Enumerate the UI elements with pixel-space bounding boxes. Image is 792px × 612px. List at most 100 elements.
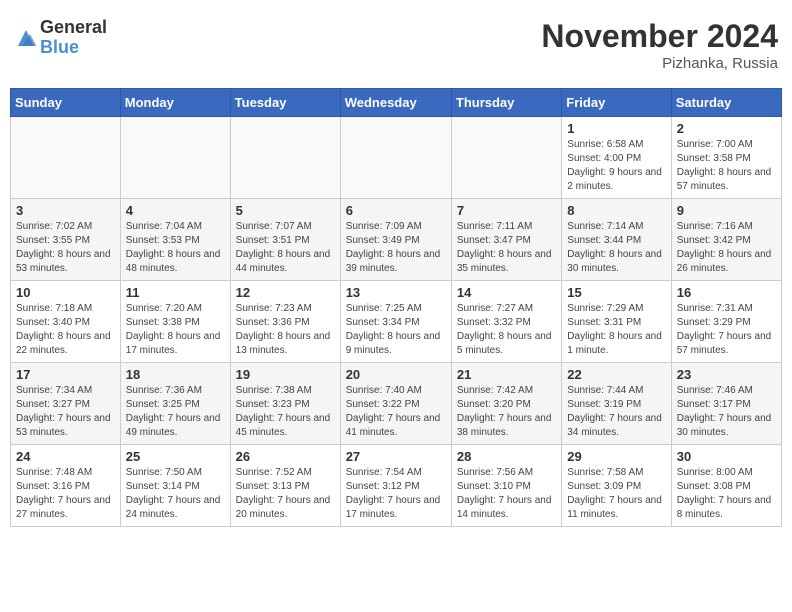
header-thursday: Thursday [451, 89, 561, 117]
calendar-cell: 4 Sunrise: 7:04 AM Sunset: 3:53 PM Daylig… [120, 199, 230, 281]
calendar-week-row: 10 Sunrise: 7:18 AM Sunset: 3:40 PM Dayli… [11, 281, 782, 363]
day-info: Sunrise: 7:00 AM Sunset: 3:58 PM Dayligh… [677, 138, 776, 194]
day-number: 30 [677, 449, 776, 464]
calendar-cell: 9 Sunrise: 7:16 AM Sunset: 3:42 PM Daylig… [671, 199, 781, 281]
calendar-cell: 28Sunrise: 7:56 AM Sunset: 3:10 PM Dayli… [451, 445, 561, 527]
day-info: Sunrise: 7:27 AM Sunset: 3:32 PM Dayligh… [457, 302, 556, 358]
calendar-cell: 10 Sunrise: 7:18 AM Sunset: 3:40 PM Dayli… [11, 281, 121, 363]
calendar-cell: 11 Sunrise: 7:20 AM Sunset: 3:38 PM Dayli… [120, 281, 230, 363]
day-info: Sunrise: 7:40 AM Sunset: 3:22 PM Dayligh… [346, 384, 446, 440]
calendar-cell: 1 Sunrise: 6:58 AM Sunset: 4:00 PM Daylig… [562, 117, 671, 199]
calendar-cell: 20 Sunrise: 7:40 AM Sunset: 3:22 PM Dayli… [340, 363, 451, 445]
day-number: 21 [457, 367, 556, 382]
header-monday: Monday [120, 89, 230, 117]
calendar-cell: 5Sunrise: 7:07 AM Sunset: 3:51 PM Daylig… [230, 199, 340, 281]
day-info: Sunrise: 7:58 AM Sunset: 3:09 PM Dayligh… [567, 466, 665, 522]
day-info: Sunrise: 7:11 AM Sunset: 3:47 PM Dayligh… [457, 220, 556, 276]
calendar-cell: 27 Sunrise: 7:54 AM Sunset: 3:12 PM Dayli… [340, 445, 451, 527]
day-info: Sunrise: 8:00 AM Sunset: 3:08 PM Dayligh… [677, 466, 776, 522]
day-info: Sunrise: 7:50 AM Sunset: 3:14 PM Dayligh… [126, 466, 225, 522]
header-wednesday: Wednesday [340, 89, 451, 117]
calendar-cell [120, 117, 230, 199]
calendar-cell: 17Sunrise: 7:34 AM Sunset: 3:27 PM Dayli… [11, 363, 121, 445]
calendar-cell: 29 Sunrise: 7:58 AM Sunset: 3:09 PM Dayli… [562, 445, 671, 527]
calendar-table: SundayMondayTuesdayWednesdayThursdayFrid… [10, 88, 782, 527]
day-number: 20 [346, 367, 446, 382]
calendar-cell: 14 Sunrise: 7:27 AM Sunset: 3:32 PM Dayli… [451, 281, 561, 363]
day-info: Sunrise: 7:44 AM Sunset: 3:19 PM Dayligh… [567, 384, 665, 440]
calendar-cell: 13Sunrise: 7:25 AM Sunset: 3:34 PM Dayli… [340, 281, 451, 363]
day-info: Sunrise: 7:18 AM Sunset: 3:40 PM Dayligh… [16, 302, 115, 358]
logo-blue-text: Blue [40, 38, 107, 58]
calendar-cell: 7 Sunrise: 7:11 AM Sunset: 3:47 PM Daylig… [451, 199, 561, 281]
calendar-cell: 8 Sunrise: 7:14 AM Sunset: 3:44 PM Daylig… [562, 199, 671, 281]
calendar-cell: 19Sunrise: 7:38 AM Sunset: 3:23 PM Dayli… [230, 363, 340, 445]
day-number: 9 [677, 203, 776, 218]
day-number: 15 [567, 285, 665, 300]
calendar-header-row: SundayMondayTuesdayWednesdayThursdayFrid… [11, 89, 782, 117]
day-info: Sunrise: 7:29 AM Sunset: 3:31 PM Dayligh… [567, 302, 665, 358]
day-number: 7 [457, 203, 556, 218]
day-info: Sunrise: 7:42 AM Sunset: 3:20 PM Dayligh… [457, 384, 556, 440]
day-number: 12 [236, 285, 335, 300]
day-info: Sunrise: 7:09 AM Sunset: 3:49 PM Dayligh… [346, 220, 446, 276]
calendar-cell [230, 117, 340, 199]
calendar-cell: 2 Sunrise: 7:00 AM Sunset: 3:58 PM Daylig… [671, 117, 781, 199]
day-number: 18 [126, 367, 225, 382]
calendar-cell: 6 Sunrise: 7:09 AM Sunset: 3:49 PM Daylig… [340, 199, 451, 281]
day-number: 22 [567, 367, 665, 382]
day-number: 10 [16, 285, 115, 300]
calendar-week-row: 3 Sunrise: 7:02 AM Sunset: 3:55 PM Daylig… [11, 199, 782, 281]
day-info: Sunrise: 7:38 AM Sunset: 3:23 PM Dayligh… [236, 384, 335, 440]
calendar-cell [11, 117, 121, 199]
day-info: Sunrise: 6:58 AM Sunset: 4:00 PM Dayligh… [567, 138, 665, 194]
day-info: Sunrise: 7:48 AM Sunset: 3:16 PM Dayligh… [16, 466, 115, 522]
day-info: Sunrise: 7:04 AM Sunset: 3:53 PM Dayligh… [126, 220, 225, 276]
calendar-cell: 18 Sunrise: 7:36 AM Sunset: 3:25 PM Dayli… [120, 363, 230, 445]
header-saturday: Saturday [671, 89, 781, 117]
day-info: Sunrise: 7:52 AM Sunset: 3:13 PM Dayligh… [236, 466, 335, 522]
day-number: 14 [457, 285, 556, 300]
calendar-cell: 25 Sunrise: 7:50 AM Sunset: 3:14 PM Dayli… [120, 445, 230, 527]
header-sunday: Sunday [11, 89, 121, 117]
day-info: Sunrise: 7:02 AM Sunset: 3:55 PM Dayligh… [16, 220, 115, 276]
day-number: 25 [126, 449, 225, 464]
day-number: 1 [567, 121, 665, 136]
header-friday: Friday [562, 89, 671, 117]
calendar-cell: 3 Sunrise: 7:02 AM Sunset: 3:55 PM Daylig… [11, 199, 121, 281]
day-info: Sunrise: 7:16 AM Sunset: 3:42 PM Dayligh… [677, 220, 776, 276]
day-info: Sunrise: 7:56 AM Sunset: 3:10 PM Dayligh… [457, 466, 556, 522]
day-number: 6 [346, 203, 446, 218]
calendar-cell: 30 Sunrise: 8:00 AM Sunset: 3:08 PM Dayli… [671, 445, 781, 527]
header-tuesday: Tuesday [230, 89, 340, 117]
day-number: 8 [567, 203, 665, 218]
day-number: 5 [236, 203, 335, 218]
day-number: 3 [16, 203, 115, 218]
calendar-cell: 26Sunrise: 7:52 AM Sunset: 3:13 PM Dayli… [230, 445, 340, 527]
day-info: Sunrise: 7:54 AM Sunset: 3:12 PM Dayligh… [346, 466, 446, 522]
calendar-week-row: 17Sunrise: 7:34 AM Sunset: 3:27 PM Dayli… [11, 363, 782, 445]
calendar-cell: 23Sunrise: 7:46 AM Sunset: 3:17 PM Dayli… [671, 363, 781, 445]
calendar-cell: 16Sunrise: 7:31 AM Sunset: 3:29 PM Dayli… [671, 281, 781, 363]
day-number: 29 [567, 449, 665, 464]
day-number: 2 [677, 121, 776, 136]
day-number: 27 [346, 449, 446, 464]
day-info: Sunrise: 7:36 AM Sunset: 3:25 PM Dayligh… [126, 384, 225, 440]
day-number: 24 [16, 449, 115, 464]
calendar-cell: 12 Sunrise: 7:23 AM Sunset: 3:36 PM Dayli… [230, 281, 340, 363]
day-number: 11 [126, 285, 225, 300]
calendar-week-row: 24 Sunrise: 7:48 AM Sunset: 3:16 PM Dayli… [11, 445, 782, 527]
day-info: Sunrise: 7:34 AM Sunset: 3:27 PM Dayligh… [16, 384, 115, 440]
calendar-cell: 21 Sunrise: 7:42 AM Sunset: 3:20 PM Dayli… [451, 363, 561, 445]
calendar-cell: 24 Sunrise: 7:48 AM Sunset: 3:16 PM Dayli… [11, 445, 121, 527]
day-number: 4 [126, 203, 225, 218]
day-info: Sunrise: 7:25 AM Sunset: 3:34 PM Dayligh… [346, 302, 446, 358]
location: Pizhanka, Russia [541, 55, 778, 72]
page-header: General Blue November 2024 Pizhanka, Rus… [10, 10, 782, 80]
day-info: Sunrise: 7:23 AM Sunset: 3:36 PM Dayligh… [236, 302, 335, 358]
day-info: Sunrise: 7:20 AM Sunset: 3:38 PM Dayligh… [126, 302, 225, 358]
calendar-cell: 15 Sunrise: 7:29 AM Sunset: 3:31 PM Dayli… [562, 281, 671, 363]
calendar-week-row: 1 Sunrise: 6:58 AM Sunset: 4:00 PM Daylig… [11, 117, 782, 199]
title-block: November 2024 Pizhanka, Russia [541, 18, 778, 72]
day-info: Sunrise: 7:14 AM Sunset: 3:44 PM Dayligh… [567, 220, 665, 276]
